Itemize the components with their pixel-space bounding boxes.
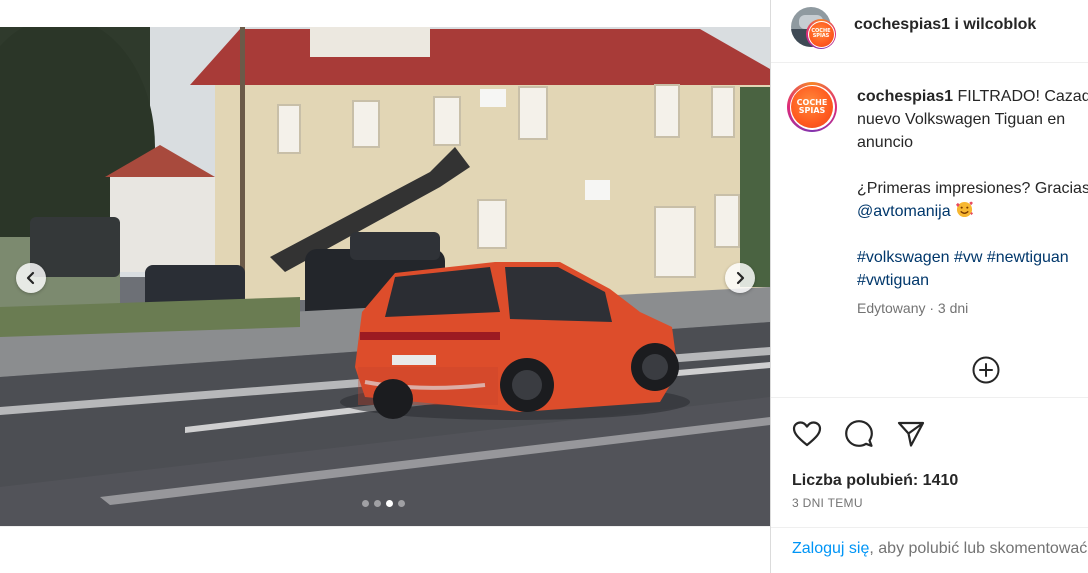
- authors-separator: i: [950, 16, 964, 33]
- login-link[interactable]: Zaloguj się: [792, 540, 869, 557]
- login-prompt-text: , aby polubić lub skomentować.: [869, 540, 1088, 557]
- post-timestamp[interactable]: 3 DNI TEMU: [792, 496, 863, 510]
- caption-section: COCHE SPIAS cochespias1 FILTRADO! Cazado …: [787, 82, 1088, 372]
- caption-username[interactable]: cochespias1: [857, 88, 953, 105]
- carousel-indicator: [362, 500, 405, 507]
- caption-text-line1: FILTRADO! Cazado: [957, 88, 1088, 105]
- carousel-dot: [386, 500, 393, 507]
- cochespias-logo: COCHE SPIAS: [808, 21, 834, 47]
- cochespias-logo: COCHE SPIAS: [791, 86, 833, 128]
- post-actions: Liczba polubień: 1410 3 DNI TEMU Zaloguj…: [771, 397, 1088, 573]
- author-username[interactable]: cochespias1: [854, 16, 950, 33]
- carousel-dot: [398, 500, 405, 507]
- coauthor-avatar: COCHE SPIAS: [806, 19, 836, 49]
- comment-icon[interactable]: [843, 418, 875, 450]
- caption-text-line2: nuevo Volkswagen Tiguan en: [857, 111, 1066, 128]
- post-photo: [0, 27, 770, 526]
- coauthor-username[interactable]: wilcoblok: [963, 16, 1036, 33]
- heart-icon[interactable]: [791, 418, 823, 450]
- likes-label: Liczba polubień:: [792, 472, 919, 489]
- post-authors: cochespias1 i wilcoblok: [854, 16, 1036, 34]
- caption-avatar[interactable]: COCHE SPIAS: [787, 82, 837, 132]
- likes-count[interactable]: Liczba polubień: 1410: [792, 472, 958, 490]
- hashtags-line1[interactable]: #volkswagen #vw #newtiguan: [857, 246, 1088, 269]
- carousel-next-button[interactable]: [725, 263, 755, 293]
- chevron-left-icon: [26, 271, 35, 285]
- action-bar: [791, 418, 927, 450]
- login-prompt: Zaloguj się, aby polubić lub skomentować…: [771, 527, 1088, 573]
- post-side-panel: COCHE SPIAS cochespias1 i wilcoblok COCHE…: [770, 0, 1088, 573]
- edited-label: Edytowany · 3 dni: [857, 300, 969, 316]
- caption-text-line4: ¿Primeras impresiones? Gracias: [857, 180, 1088, 197]
- likes-number: 1410: [922, 472, 959, 489]
- add-circle-icon: [972, 356, 1000, 384]
- post-media[interactable]: [0, 27, 770, 526]
- post-caption: cochespias1 FILTRADO! Cazado nuevo Volks…: [857, 85, 1088, 320]
- smiling-face-with-hearts-emoji: [955, 201, 973, 218]
- author-avatar[interactable]: COCHE SPIAS: [791, 7, 836, 49]
- carousel-dot: [374, 500, 381, 507]
- mention-link[interactable]: @avtomanija: [857, 203, 951, 220]
- post-header: COCHE SPIAS cochespias1 i wilcoblok: [771, 0, 1088, 63]
- caption-text-line3: anuncio: [857, 134, 914, 151]
- carousel-prev-button[interactable]: [16, 263, 46, 293]
- media-bottom-area: [0, 526, 770, 573]
- chevron-right-icon: [736, 271, 745, 285]
- carousel-dot: [362, 500, 369, 507]
- share-icon[interactable]: [895, 418, 927, 450]
- load-more-comments-button[interactable]: [971, 355, 1001, 385]
- hashtags-line2[interactable]: #vwtiguan: [857, 269, 1088, 292]
